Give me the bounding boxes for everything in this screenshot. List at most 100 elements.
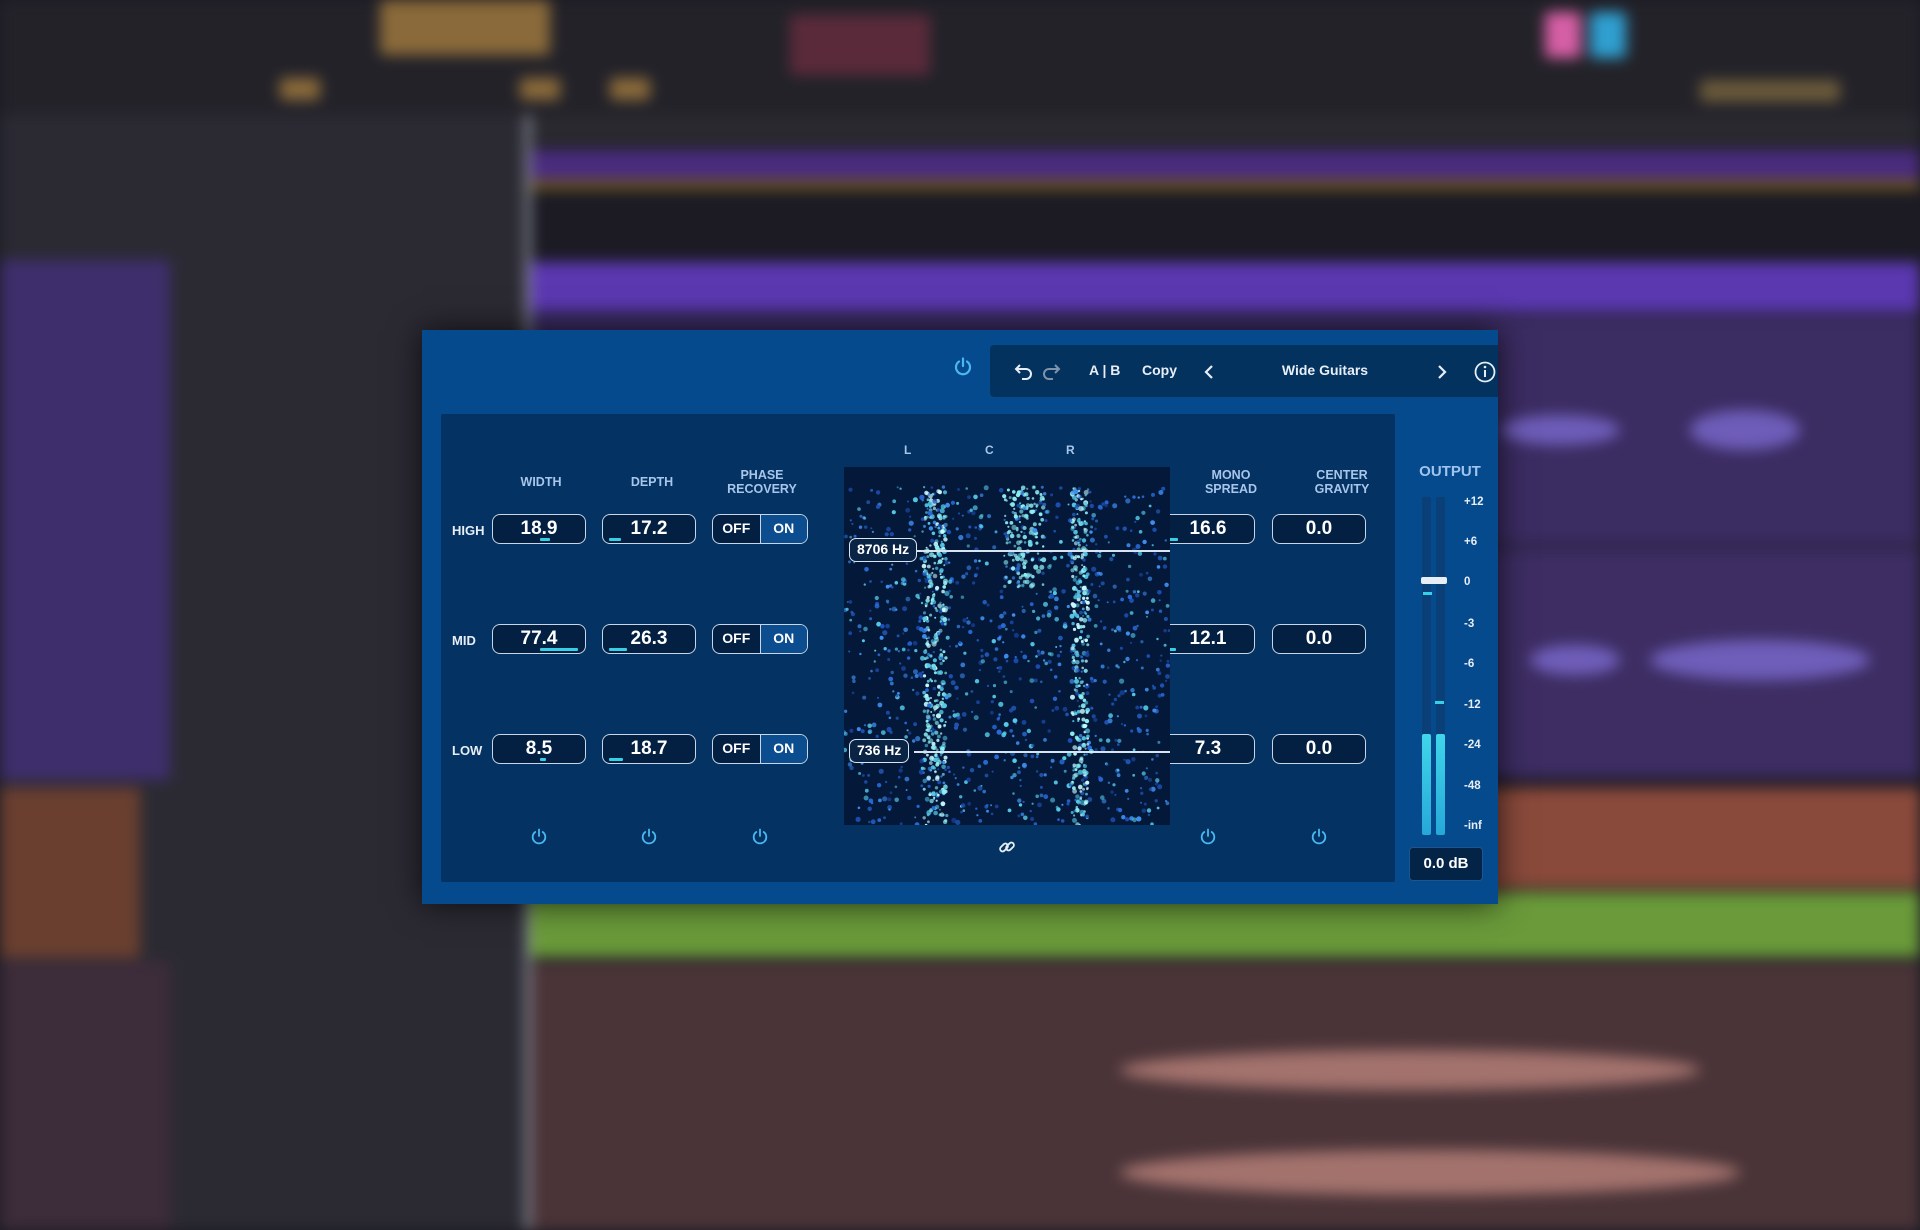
high-phase-off-option[interactable]: OFF	[713, 515, 760, 543]
mid-phase-off-option[interactable]: OFF	[713, 625, 760, 653]
stereo-particle	[976, 639, 980, 642]
stereo-particle	[1029, 602, 1034, 607]
stereo-particle	[1113, 629, 1117, 633]
stereo-particle	[961, 625, 965, 629]
low-width-knob[interactable]: 8.5	[492, 734, 586, 764]
stereo-particle	[998, 670, 1001, 673]
stereo-particle	[1135, 593, 1140, 598]
stereo-particle	[905, 596, 911, 602]
width-power-icon[interactable]	[530, 828, 548, 846]
stereo-particle	[1150, 598, 1156, 603]
low-phase-off-option[interactable]: OFF	[713, 735, 760, 763]
mid-phase-on-option[interactable]: ON	[759, 625, 807, 653]
stereo-particle	[1055, 805, 1059, 809]
low-phase-recovery-toggle[interactable]: OFF ON	[712, 734, 808, 764]
stereo-particle	[1117, 738, 1122, 743]
stereo-particle	[924, 628, 928, 632]
low-crossover-handle[interactable]: 736 Hz	[849, 739, 910, 763]
stereo-particle	[980, 659, 985, 664]
phase-recovery-column-label: PHASE RECOVERY	[712, 468, 812, 496]
copy-button[interactable]: Copy	[1142, 362, 1177, 378]
stereo-particle	[929, 654, 933, 658]
stereo-particle	[1035, 505, 1038, 508]
stereo-particle	[847, 762, 853, 767]
high-depth-knob[interactable]: 17.2	[602, 514, 696, 544]
stereo-particle	[989, 619, 993, 623]
stereo-particle	[846, 601, 849, 603]
stereo-particle	[960, 595, 965, 599]
phase-recovery-power-icon[interactable]	[751, 828, 769, 846]
low-depth-knob[interactable]: 18.7	[602, 734, 696, 764]
stereo-particle	[894, 581, 899, 585]
stereo-particle	[1148, 787, 1153, 791]
stereo-particle	[1076, 699, 1079, 703]
stereo-particle	[991, 770, 994, 773]
stereo-particle	[904, 735, 908, 739]
high-phase-recovery-toggle[interactable]: OFF ON	[712, 514, 808, 544]
stereo-particle	[940, 540, 943, 543]
high-crossover-line[interactable]	[914, 550, 1170, 552]
link-icon[interactable]	[998, 838, 1016, 856]
stereo-particle	[849, 728, 854, 733]
high-center-gravity-knob[interactable]: 0.0	[1272, 514, 1366, 544]
stereo-particle	[1043, 794, 1049, 800]
stereo-particle	[956, 501, 960, 505]
output-gain-fader-handle[interactable]	[1421, 577, 1447, 584]
high-crossover-handle[interactable]: 8706 Hz	[849, 538, 918, 562]
redo-icon[interactable]	[1042, 362, 1062, 380]
output-gain-value[interactable]: 0.0 dB	[1409, 847, 1483, 881]
high-width-knob[interactable]: 18.9	[492, 514, 586, 544]
stereo-particle	[1009, 620, 1014, 625]
mid-mono-spread-knob[interactable]: 12.1	[1161, 624, 1255, 654]
stereo-particle	[949, 645, 951, 648]
stereo-particle	[1140, 640, 1144, 644]
depth-power-icon[interactable]	[640, 828, 658, 846]
plugin-power-icon[interactable]	[953, 357, 973, 377]
high-phase-on-option[interactable]: ON	[759, 515, 807, 543]
stereo-particle	[1070, 694, 1075, 700]
preset-name[interactable]: Wide Guitars	[1235, 362, 1415, 378]
chevron-right-icon[interactable]	[1436, 364, 1448, 380]
output-scale-label: +6	[1464, 536, 1478, 548]
stereo-particle	[986, 809, 989, 813]
center-gravity-column-label: CENTER GRAVITY	[1292, 468, 1392, 496]
low-mono-spread-knob[interactable]: 7.3	[1161, 734, 1255, 764]
low-phase-on-option[interactable]: ON	[759, 735, 807, 763]
stereo-particle	[1147, 813, 1151, 817]
stereo-particle	[926, 663, 931, 668]
stereo-particle	[1022, 534, 1027, 540]
stereo-particle	[1073, 814, 1076, 817]
stereo-particle	[963, 651, 967, 655]
ab-compare-button[interactable]: A | B	[1089, 362, 1120, 378]
mid-width-knob[interactable]: 77.4	[492, 624, 586, 654]
info-icon[interactable]	[1474, 361, 1496, 383]
stereo-particle	[1032, 609, 1036, 613]
low-crossover-line[interactable]	[914, 751, 1170, 753]
chevron-left-icon[interactable]	[1203, 364, 1215, 380]
high-mono-spread-knob[interactable]: 16.6	[1161, 514, 1255, 544]
stereo-particle	[1052, 587, 1057, 592]
stereo-particle	[1081, 607, 1085, 611]
stereo-particle	[882, 796, 888, 802]
stereo-particle	[869, 609, 872, 612]
undo-icon[interactable]	[1013, 362, 1033, 380]
mid-phase-recovery-toggle[interactable]: OFF ON	[712, 624, 808, 654]
mono-spread-power-icon[interactable]	[1199, 828, 1217, 846]
stereo-particle	[885, 584, 890, 589]
stereo-particle	[1020, 491, 1025, 495]
output-meter-left	[1422, 497, 1431, 835]
stereo-particle	[1144, 714, 1148, 718]
mid-depth-knob[interactable]: 26.3	[602, 624, 696, 654]
stereo-particle	[956, 697, 959, 700]
stereo-particle	[940, 657, 943, 660]
stereo-particle	[1074, 536, 1078, 539]
center-gravity-power-icon[interactable]	[1310, 828, 1328, 846]
stereo-particle	[939, 812, 945, 817]
stereo-particle	[851, 691, 855, 695]
stereo-particle	[1158, 609, 1163, 613]
mid-center-gravity-knob[interactable]: 0.0	[1272, 624, 1366, 654]
stereo-field-visualizer[interactable]: 8706 Hz 736 Hz	[844, 467, 1170, 825]
stereo-particle	[982, 789, 986, 794]
stereo-particle	[1023, 753, 1028, 758]
low-center-gravity-knob[interactable]: 0.0	[1272, 734, 1366, 764]
